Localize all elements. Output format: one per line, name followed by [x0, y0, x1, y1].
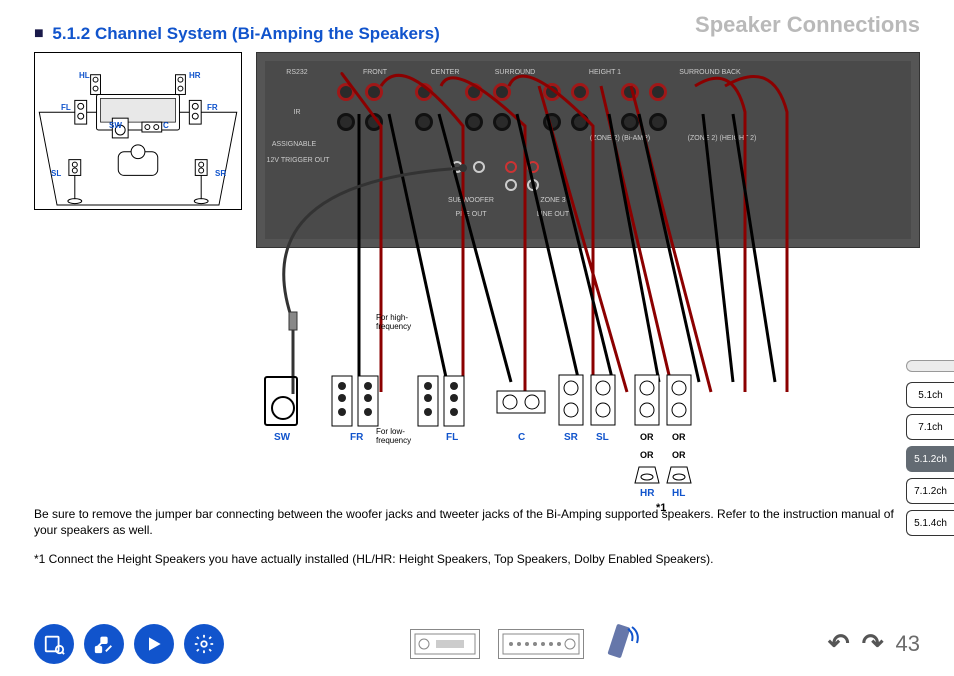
- term-front-l-neg: [365, 113, 383, 131]
- surround-sl-icon: [590, 374, 616, 428]
- tab-712ch[interactable]: 7.1.2ch: [906, 478, 954, 504]
- panel-label-zone2biamp: (ZONE 2) (Bi-AMP): [575, 135, 665, 142]
- tab-71ch[interactable]: 7.1ch: [906, 414, 954, 440]
- layout-label-hr: HR: [189, 71, 201, 80]
- lbl-or-3: OR: [640, 450, 654, 460]
- panel-label-surrback: SURROUND BACK: [665, 69, 755, 76]
- lbl-sl: SL: [596, 432, 609, 443]
- biamp-speaker-fr: [326, 374, 386, 430]
- lineout-l: [527, 161, 539, 173]
- term-surr-r-neg: [465, 113, 483, 131]
- remote-icon[interactable]: [602, 621, 642, 666]
- tab-514ch[interactable]: 5.1.4ch: [906, 510, 954, 536]
- height-hr-tall-icon: [634, 374, 660, 428]
- panel-label-sub: SUBWOOFER: [441, 197, 501, 204]
- dolby-hr-icon: [634, 466, 660, 484]
- receiver-back-icon[interactable]: [498, 629, 584, 659]
- footnote-marker: *1: [656, 502, 666, 514]
- lbl-or-1: OR: [640, 432, 654, 442]
- term-front-l-pos: [365, 83, 383, 101]
- lbl-fl: FL: [446, 432, 458, 443]
- lbl-c: C: [518, 432, 525, 443]
- layout-label-c: C: [163, 121, 169, 130]
- channel-tabs: 5.1ch 7.1ch 5.1.2ch 7.1.2ch 5.1.4ch: [906, 360, 954, 536]
- panel-label-assign: ASSIGNABLE: [259, 141, 329, 148]
- label-for-low: For low- frequency: [376, 428, 411, 446]
- panel-label-surround: SURROUND: [485, 69, 545, 76]
- term-sb-l-neg: [649, 113, 667, 131]
- term-center-pos: [415, 83, 433, 101]
- layout-label-sr: SR: [215, 169, 226, 178]
- term-sb-r-pos: [621, 83, 639, 101]
- term-h1-r-pos: [543, 83, 561, 101]
- wiring-diagram: RS232 FRONT CENTER SURROUND HEIGHT 1 SUR…: [256, 52, 920, 500]
- preout-sw1: [451, 161, 463, 173]
- lbl-hl: HL: [672, 488, 685, 499]
- panel-label-front: FRONT: [345, 69, 405, 76]
- layout-label-sw: SW: [109, 121, 122, 130]
- term-front-r-pos: [337, 83, 355, 101]
- panel-label-lineout: LINE OUT: [523, 211, 583, 218]
- lbl-sw: SW: [274, 432, 290, 443]
- cables-icon[interactable]: [84, 624, 124, 664]
- footer-bar: ↶ ↷ 43: [34, 621, 920, 666]
- term-sb-l-pos: [649, 83, 667, 101]
- term-sb-r-neg: [621, 113, 639, 131]
- term-center-neg: [415, 113, 433, 131]
- section-heading-text: 5.1.2 Channel System (Bi-Amping the Spea…: [52, 24, 439, 43]
- panel-label-zone2h2: (ZONE 2) (HEIGHT 2): [667, 135, 777, 142]
- panel-label-zone3: ZONE 3: [523, 197, 583, 204]
- panel-label-preout: PRE OUT: [441, 211, 501, 218]
- panel-label-rs232: RS232: [267, 69, 327, 76]
- preout-l: [505, 161, 517, 173]
- dolby-hl-icon: [666, 466, 692, 484]
- term-front-r-neg: [337, 113, 355, 131]
- page-number: 43: [896, 631, 920, 657]
- height-hl-tall-icon: [666, 374, 692, 428]
- settings-icon[interactable]: [184, 624, 224, 664]
- play-icon[interactable]: [134, 624, 174, 664]
- term-h1-l-neg: [571, 113, 589, 131]
- body-note: Be sure to remove the jumper bar connect…: [34, 506, 920, 538]
- label-for-high: For high- frequency: [376, 314, 411, 332]
- term-surr-l-neg: [493, 113, 511, 131]
- center-speaker-icon: [496, 390, 546, 416]
- lbl-fr: FR: [350, 432, 363, 443]
- biamp-speaker-fl: [412, 374, 472, 430]
- lbl-sr: SR: [564, 432, 578, 443]
- lineout-r: [527, 179, 539, 191]
- term-surr-r-pos: [465, 83, 483, 101]
- panel-label-center: CENTER: [415, 69, 475, 76]
- panel-label-height1: HEIGHT 1: [575, 69, 635, 76]
- lbl-or-2: OR: [672, 432, 686, 442]
- manual-icon[interactable]: [34, 624, 74, 664]
- lbl-hr: HR: [640, 488, 654, 499]
- panel-label-trigger: 12V TRIGGER OUT: [259, 157, 337, 164]
- header-title: Speaker Connections: [695, 12, 920, 38]
- tab-spacer: [906, 360, 954, 372]
- layout-label-sl: SL: [51, 169, 61, 178]
- back-panel: RS232 FRONT CENTER SURROUND HEIGHT 1 SUR…: [256, 52, 920, 248]
- subwoofer-icon: [264, 376, 298, 426]
- term-h1-l-pos: [571, 83, 589, 101]
- layout-label-fr: FR: [207, 103, 218, 112]
- tab-51ch[interactable]: 5.1ch: [906, 382, 954, 408]
- layout-label-hl: HL: [79, 71, 90, 80]
- receiver-front-icon[interactable]: [410, 629, 480, 659]
- next-page-button[interactable]: ↷: [862, 628, 884, 659]
- surround-sr-icon: [558, 374, 584, 428]
- panel-label-ir: IR: [267, 109, 327, 116]
- preout-r: [505, 179, 517, 191]
- room-layout-diagram: HL HR FL FR SW C SL SR: [34, 52, 242, 210]
- footnote-text: *1 Connect the Height Speakers you have …: [34, 552, 920, 566]
- square-bullet-icon: ■: [34, 25, 44, 42]
- prev-page-button[interactable]: ↶: [828, 628, 850, 659]
- term-surr-l-pos: [493, 83, 511, 101]
- term-h1-r-neg: [543, 113, 561, 131]
- tab-512ch[interactable]: 5.1.2ch: [906, 446, 954, 472]
- preout-sw2: [473, 161, 485, 173]
- lbl-or-4: OR: [672, 450, 686, 460]
- layout-label-fl: FL: [61, 103, 71, 112]
